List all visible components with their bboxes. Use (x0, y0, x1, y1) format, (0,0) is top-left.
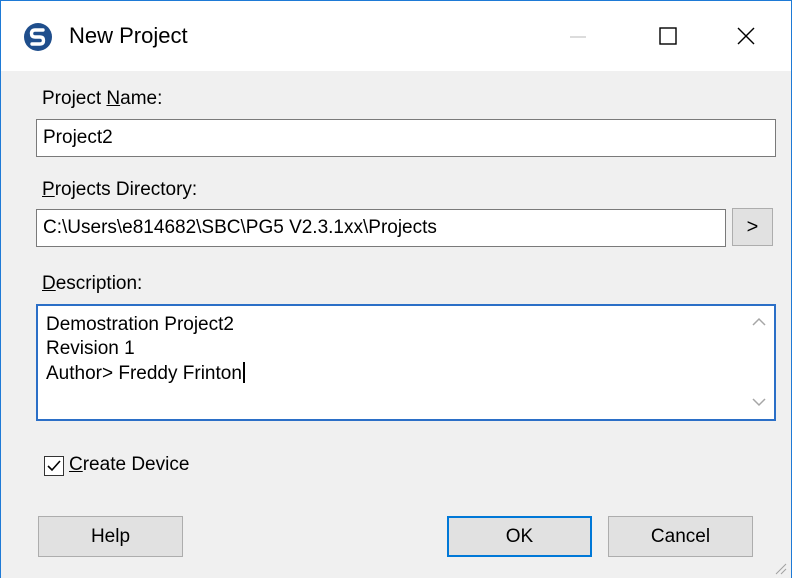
create-device-checkbox[interactable] (44, 456, 64, 476)
projects-directory-label: Projects Directory: (42, 179, 197, 201)
saia-pg5-app-icon (24, 23, 52, 51)
ok-button[interactable]: OK (447, 516, 592, 557)
resize-grip-icon[interactable] (773, 561, 787, 575)
help-button[interactable]: Help (38, 516, 183, 557)
maximize-icon (659, 27, 677, 45)
projects-directory-label-mnemonic: P (42, 179, 55, 200)
chevron-up-icon (752, 317, 766, 326)
description-line: Demostration Project2 (46, 314, 234, 335)
title-bar[interactable]: New Project (1, 1, 791, 71)
window-title: New Project (69, 23, 188, 48)
create-device-label-suffix: reate Device (82, 454, 190, 475)
close-icon (737, 27, 755, 45)
create-device-label[interactable]: Create Device (69, 454, 189, 476)
description-textarea[interactable]: Demostration Project2 Revision 1 Author>… (36, 304, 776, 421)
description-line: Revision 1 (46, 338, 135, 359)
new-project-dialog: New Project Project Name: Project2 Proje… (0, 0, 792, 578)
description-label-mnemonic: D (42, 273, 56, 294)
projects-directory-input[interactable]: C:\Users\e814682\SBC\PG5 V2.3.1xx\Projec… (36, 209, 726, 247)
project-name-label: Project Name: (42, 88, 162, 110)
project-name-input[interactable]: Project2 (36, 119, 776, 157)
create-device-label-mnemonic: C (69, 454, 83, 475)
minimize-icon (570, 36, 586, 38)
description-label-suffix: escription: (55, 273, 143, 294)
project-name-label-prefix: Project (42, 88, 107, 109)
browse-directory-button[interactable]: > (732, 208, 773, 246)
cancel-button[interactable]: Cancel (608, 516, 753, 557)
description-scrollbar[interactable] (744, 306, 774, 419)
maximize-button[interactable] (623, 1, 713, 71)
text-caret (242, 362, 245, 383)
description-line-text: Author> Freddy Frinton (46, 363, 242, 384)
minimize-button[interactable] (533, 1, 623, 71)
project-name-label-mnemonic: N (106, 88, 121, 109)
close-button[interactable] (701, 1, 791, 71)
projects-directory-label-suffix: rojects Directory: (54, 179, 198, 200)
checkmark-icon (47, 460, 61, 472)
scroll-up-button[interactable] (751, 314, 767, 330)
project-name-label-suffix: ame: (120, 88, 163, 109)
scroll-down-button[interactable] (751, 394, 767, 410)
chevron-down-icon (752, 398, 766, 407)
description-label: Description: (42, 273, 142, 295)
description-line-last: Author> Freddy Frinton (46, 362, 245, 385)
